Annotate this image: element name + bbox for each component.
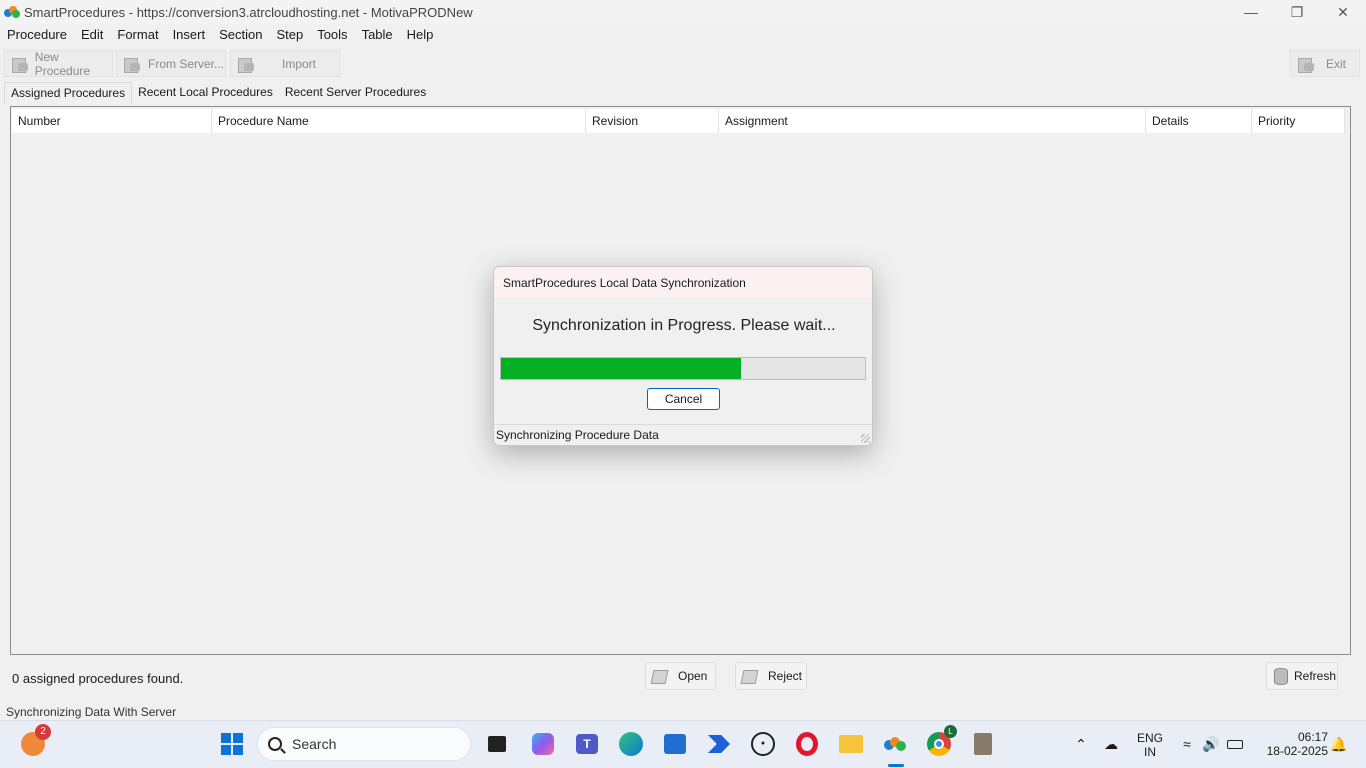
menu-help[interactable]: Help — [407, 27, 434, 42]
language-indicator[interactable]: ENG IN — [1134, 731, 1166, 759]
table-header: Number Procedure Name Revision Assignmen… — [12, 109, 1345, 133]
sync-progress-fill — [501, 358, 742, 379]
notification-bell-icon[interactable]: 🔔 — [1324, 729, 1354, 759]
new-procedure-button[interactable]: New Procedure — [4, 49, 113, 78]
toolbar: New Procedure From Server... Import Exit — [0, 50, 1366, 78]
app-logo-icon — [4, 6, 20, 18]
refresh-label: Refresh — [1294, 669, 1337, 683]
copilot-icon[interactable] — [528, 729, 558, 759]
import-icon — [236, 55, 256, 73]
language-label: ENG — [1136, 731, 1163, 745]
menu-step[interactable]: Step — [276, 27, 303, 42]
menu-tools[interactable]: Tools — [317, 27, 347, 42]
column-revision[interactable]: Revision — [586, 109, 719, 133]
menu-insert[interactable]: Insert — [173, 27, 206, 42]
power-automate-icon[interactable] — [704, 729, 734, 759]
dell-icon[interactable]: ● — [748, 729, 778, 759]
database-icon — [1273, 668, 1289, 685]
menu-table[interactable]: Table — [362, 27, 393, 42]
column-priority[interactable]: Priority — [1252, 109, 1345, 133]
clock[interactable]: 06:17 18-02-2025 — [1256, 730, 1328, 758]
exit-label: Exit — [1326, 56, 1347, 71]
column-details[interactable]: Details — [1146, 109, 1252, 133]
dialog-message: Synchronization in Progress. Please wait… — [532, 317, 836, 334]
column-assignment[interactable]: Assignment — [719, 109, 1146, 133]
restore-icon[interactable]: ❐ — [1274, 0, 1320, 24]
server-icon — [122, 55, 142, 73]
tab-recent-server-procedures[interactable]: Recent Server Procedures — [279, 82, 432, 104]
search-icon — [268, 737, 282, 751]
search-label: Search — [292, 736, 337, 752]
reject-button[interactable]: Reject — [735, 662, 807, 690]
sync-dialog: SmartProcedures Local Data Synchronizati… — [493, 266, 873, 446]
import-label: Import — [282, 56, 317, 71]
import-button[interactable]: Import — [230, 50, 340, 77]
procedure-tabs: Assigned Procedures Recent Local Procedu… — [4, 82, 432, 104]
from-server-label: From Server... — [148, 56, 225, 71]
weather-badge: 2 — [35, 724, 51, 740]
region-label: IN — [1144, 745, 1156, 759]
smartprocedures-icon[interactable] — [880, 729, 910, 759]
status-bar: Synchronizing Data With Server — [6, 705, 177, 719]
column-number[interactable]: Number — [12, 109, 212, 133]
dialog-title: SmartProcedures Local Data Synchronizati… — [494, 267, 872, 298]
time-label: 06:17 — [1297, 730, 1328, 744]
new-procedure-label: New Procedure — [34, 49, 91, 78]
menu-bar: Procedure Edit Format Insert Section Ste… — [0, 24, 1366, 44]
taskbar-search[interactable]: Search — [257, 727, 471, 761]
open-button[interactable]: Open — [645, 662, 716, 690]
close-icon[interactable]: ✕ — [1320, 0, 1366, 24]
resize-grip-icon[interactable] — [861, 434, 870, 443]
tab-recent-local-procedures[interactable]: Recent Local Procedures — [132, 82, 279, 104]
battery-icon[interactable] — [1220, 729, 1250, 759]
taskbar: 2 Search T ● L ⌃ ☁ ENG IN ≈ 🔊 06:17 18-0… — [0, 720, 1366, 768]
file-explorer-icon[interactable] — [836, 729, 866, 759]
weather-icon[interactable]: 2 — [18, 724, 51, 759]
refresh-button[interactable]: Refresh — [1266, 662, 1338, 690]
opera-icon[interactable] — [792, 729, 822, 759]
procedures-count: 0 assigned procedures found. — [12, 671, 184, 686]
pencil-icon — [742, 668, 758, 684]
cancel-button[interactable]: Cancel — [647, 388, 720, 410]
start-icon[interactable] — [217, 729, 247, 759]
teams-icon[interactable]: T — [572, 729, 602, 759]
cloud-sync-icon[interactable]: ☁ — [1096, 729, 1126, 759]
menu-edit[interactable]: Edit — [81, 27, 103, 42]
exit-button[interactable]: Exit — [1290, 50, 1360, 77]
date-label: 18-02-2025 — [1266, 744, 1328, 758]
menu-section[interactable]: Section — [219, 27, 262, 42]
window-title: SmartProcedures - https://conversion3.at… — [24, 4, 473, 20]
new-procedure-icon — [10, 55, 29, 73]
pencil-icon — [652, 668, 668, 684]
dialog-status: Synchronizing Procedure Data — [494, 424, 872, 445]
chevron-up-icon[interactable]: ⌃ — [1066, 729, 1096, 759]
edge-icon[interactable] — [616, 729, 646, 759]
chrome-icon[interactable]: L — [924, 725, 957, 759]
reject-label: Reject — [768, 669, 803, 683]
column-procedure-name[interactable]: Procedure Name — [212, 109, 586, 133]
sync-progress-bar — [500, 357, 866, 380]
menu-format[interactable]: Format — [117, 27, 158, 42]
store-icon[interactable] — [660, 729, 690, 759]
menu-procedure[interactable]: Procedure — [7, 27, 67, 42]
minimize-icon[interactable]: — — [1228, 0, 1274, 24]
tab-assigned-procedures[interactable]: Assigned Procedures — [4, 82, 133, 104]
chrome-profile-badge: L — [944, 725, 957, 738]
from-server-button[interactable]: From Server... — [116, 50, 226, 77]
open-label: Open — [678, 669, 708, 683]
task-view-icon[interactable] — [482, 729, 512, 759]
title-bar: SmartProcedures - https://conversion3.at… — [0, 0, 1366, 24]
app-window-icon[interactable] — [968, 729, 998, 759]
exit-icon — [1296, 55, 1316, 73]
